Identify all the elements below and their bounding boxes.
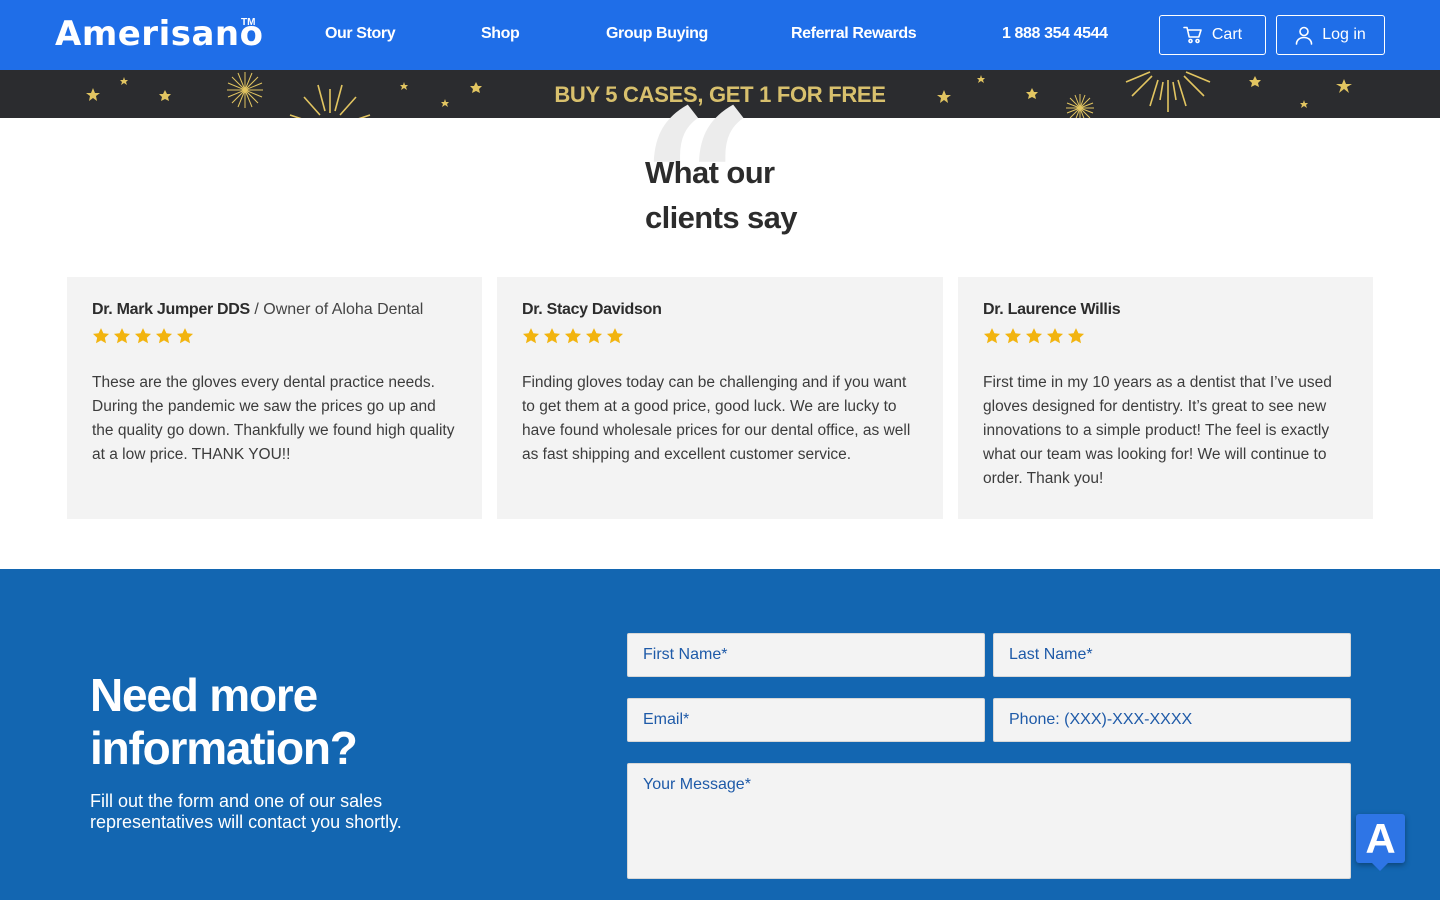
- star-icon: [543, 328, 561, 344]
- star-icon: [1046, 328, 1064, 344]
- nav-our-story[interactable]: Our Story: [325, 25, 396, 43]
- first-name-field[interactable]: [627, 633, 985, 677]
- email-field[interactable]: [627, 698, 985, 742]
- testimonial-author: Dr. Laurence Willis: [983, 301, 1348, 319]
- contact-subtitle: Fill out the form and one of our sales r…: [90, 791, 402, 832]
- badge-tail: [1371, 862, 1389, 871]
- contact-title: Need more information?: [90, 669, 358, 775]
- star-rating: [983, 327, 1348, 349]
- author-name: Dr. Stacy Davidson: [522, 301, 662, 318]
- testimonial-text: Finding gloves today can be challenging …: [522, 374, 911, 463]
- star-icon: [522, 328, 540, 344]
- phone-field[interactable]: [993, 698, 1351, 742]
- star-icon: [585, 328, 603, 344]
- star-icon: [606, 328, 624, 344]
- brand-logo[interactable]: Amerisano: [55, 14, 263, 54]
- testimonials-title-line2: clients say: [645, 200, 798, 235]
- testimonials-title-line1: What our: [645, 155, 775, 190]
- testimonial-author: Dr. Stacy Davidson: [522, 301, 918, 319]
- contact-title-line2: information?: [90, 722, 358, 774]
- star-icon: [564, 328, 582, 344]
- testimonials-title: What our clients say: [645, 150, 945, 240]
- site-header: Amerisano TM Our Story Shop Group Buying…: [0, 0, 1440, 70]
- star-icon: [1025, 328, 1043, 344]
- testimonial-text: These are the gloves every dental practi…: [92, 374, 455, 463]
- star-icon: [134, 328, 152, 344]
- star-icon: [176, 328, 194, 344]
- cart-label: Cart: [1211, 26, 1243, 43]
- author-role: Owner of Aloha Dental: [263, 301, 424, 318]
- cart-button[interactable]: Cart: [1159, 15, 1266, 55]
- star-icon: [92, 328, 110, 344]
- star-icon: [1004, 328, 1022, 344]
- star-icon: [113, 328, 131, 344]
- testimonial-text: First time in my 10 years as a dentist t…: [983, 374, 1332, 487]
- nav-phone-number[interactable]: 1 888 354 4544: [1002, 25, 1108, 43]
- author-name: Dr. Mark Jumper DDS: [92, 301, 250, 318]
- star-icon: [1067, 328, 1085, 344]
- nav-group-buying[interactable]: Group Buying: [606, 25, 708, 43]
- star-rating: [92, 327, 457, 349]
- testimonial-card: Dr. Stacy Davidson Finding gloves today …: [497, 277, 943, 519]
- contact-title-line1: Need more: [90, 669, 318, 721]
- star-icon: [983, 328, 1001, 344]
- login-label: Log in: [1322, 26, 1366, 43]
- nav-shop[interactable]: Shop: [481, 25, 520, 43]
- testimonial-card: Dr. Mark Jumper DDS / Owner of Aloha Den…: [67, 277, 482, 519]
- message-field[interactable]: [627, 763, 1351, 879]
- accessibility-badge-label: A: [1365, 815, 1396, 862]
- cart-icon: [1183, 26, 1203, 44]
- testimonial-card: Dr. Laurence Willis First time in my 10 …: [958, 277, 1373, 519]
- author-name: Dr. Laurence Willis: [983, 301, 1121, 318]
- star-icon: [155, 328, 173, 344]
- login-button[interactable]: Log in: [1276, 15, 1385, 55]
- nav-referral-rewards[interactable]: Referral Rewards: [791, 25, 917, 43]
- author-separator: /: [249, 301, 264, 318]
- accessibility-badge-icon[interactable]: A: [1356, 814, 1405, 871]
- star-rating: [522, 327, 918, 349]
- testimonial-author: Dr. Mark Jumper DDS / Owner of Aloha Den…: [92, 301, 457, 319]
- trademark-mark: TM: [241, 17, 256, 28]
- last-name-field[interactable]: [993, 633, 1351, 677]
- user-icon: [1295, 26, 1313, 45]
